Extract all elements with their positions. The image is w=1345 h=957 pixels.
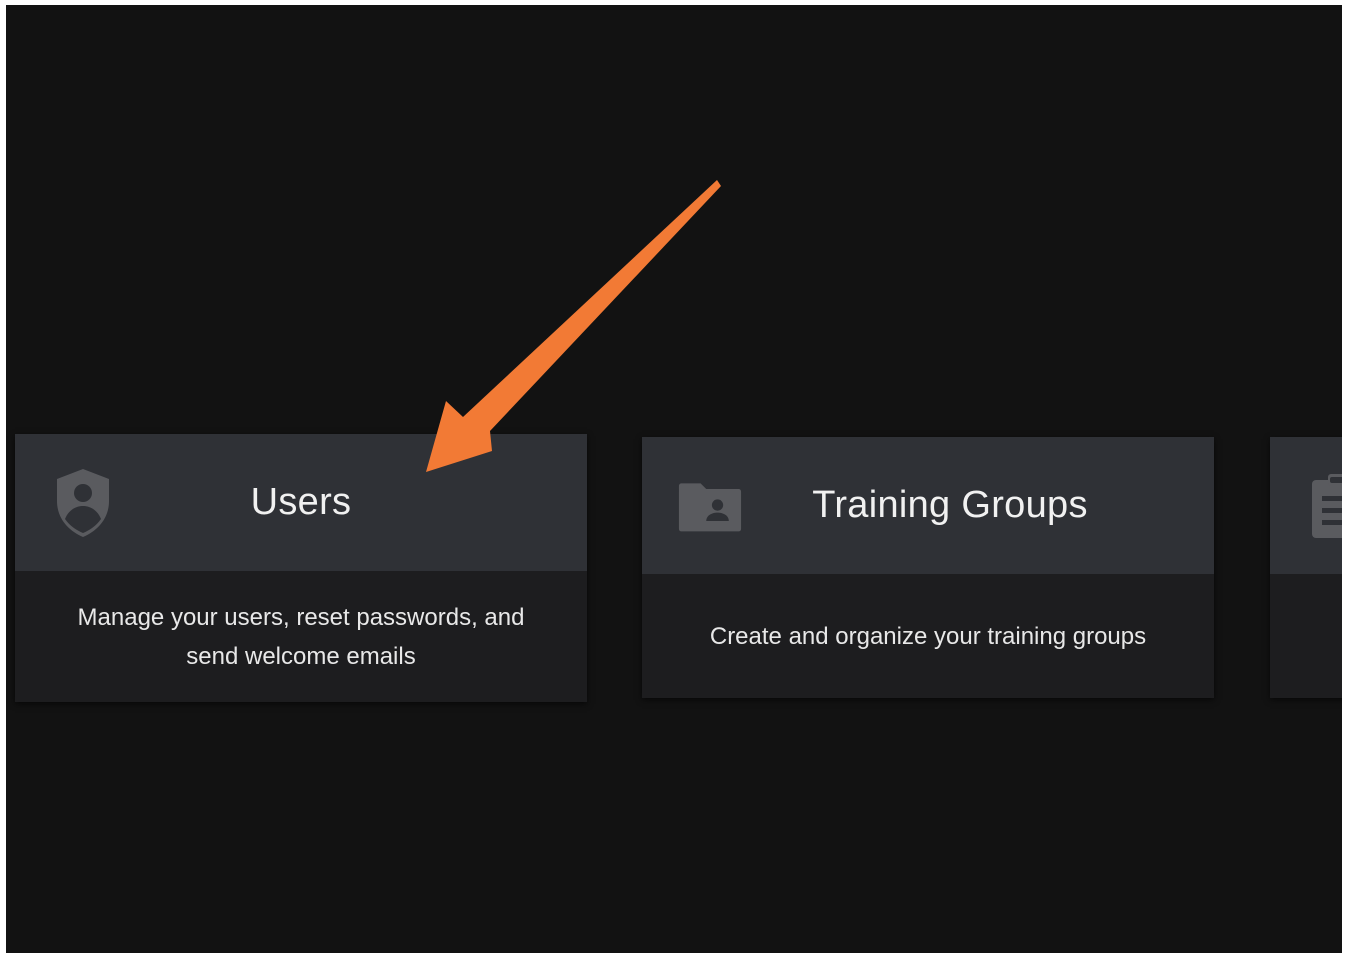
users-card-title: Users (250, 481, 352, 523)
third-card-body[interactable] (1270, 574, 1342, 698)
dashboard-viewport: Users Manage your users, reset passwords… (6, 5, 1342, 953)
shield-user-icon (51, 467, 115, 539)
training-groups-card-title: Training Groups (812, 484, 1088, 526)
third-card[interactable] (1270, 437, 1342, 698)
third-card-header[interactable] (1270, 437, 1342, 574)
users-card-header[interactable]: Users (15, 434, 587, 571)
users-card-description: Manage your users, reset passwords, and … (77, 603, 525, 670)
training-groups-card[interactable]: Training Groups Create and organize your… (642, 437, 1214, 698)
folder-user-icon (678, 470, 742, 542)
users-card[interactable]: Users Manage your users, reset passwords… (15, 434, 587, 702)
training-groups-card-header[interactable]: Training Groups (642, 437, 1214, 574)
training-groups-card-body[interactable]: Create and organize your training groups (642, 574, 1214, 698)
users-card-body[interactable]: Manage your users, reset passwords, and … (15, 571, 587, 702)
training-groups-card-description: Create and organize your training groups (709, 622, 1147, 650)
clipboard-icon (1306, 470, 1342, 542)
